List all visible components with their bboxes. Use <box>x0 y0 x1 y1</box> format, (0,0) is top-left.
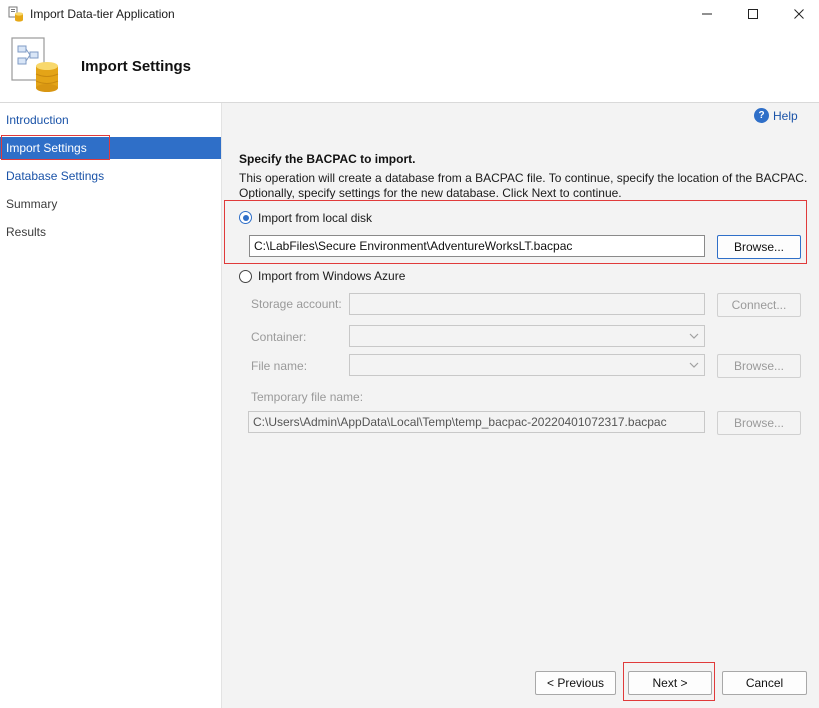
temporary-file-name-label: Temporary file name: <box>251 390 364 404</box>
storage-account-input[interactable] <box>349 293 705 315</box>
connect-button[interactable]: Connect... <box>717 293 801 317</box>
browse-filename-button[interactable]: Browse... <box>717 354 801 378</box>
help-label: Help <box>773 108 798 123</box>
highlight-box-next <box>623 662 715 701</box>
section-title: Specify the BACPAC to import. <box>239 152 416 166</box>
highlight-box-sidebar <box>1 135 110 160</box>
browse-temp-button[interactable]: Browse... <box>717 411 801 435</box>
radio-import-local-disk[interactable] <box>239 211 252 224</box>
page-title: Import Settings <box>81 58 192 75</box>
sidebar-item-database-settings[interactable]: Database Settings <box>0 165 221 187</box>
window-title: Import Data-tier Application <box>30 7 175 21</box>
help-icon: ? <box>754 108 769 123</box>
section-description: This operation will create a database fr… <box>239 171 808 199</box>
sidebar-item-results: Results <box>6 225 47 239</box>
close-button[interactable] <box>776 0 819 28</box>
chevron-down-icon <box>689 362 699 368</box>
container-label: Container: <box>251 330 307 344</box>
radio-label-local-disk: Import from local disk <box>258 211 373 225</box>
cancel-button[interactable]: Cancel <box>722 671 807 695</box>
chevron-down-icon <box>689 333 699 339</box>
bacpac-path-input[interactable]: C:\LabFiles\Secure Environment\Adventure… <box>249 235 705 257</box>
maximize-button[interactable] <box>730 0 776 28</box>
maximize-icon <box>748 9 758 19</box>
minimize-icon <box>702 13 712 15</box>
database-import-icon <box>11 37 59 92</box>
temporary-file-name-input[interactable]: C:\Users\Admin\AppData\Local\Temp\temp_b… <box>248 411 705 433</box>
close-icon <box>794 9 804 19</box>
radio-label-windows-azure: Import from Windows Azure <box>258 269 406 283</box>
title-bar: Import Data-tier Application <box>0 0 819 28</box>
storage-account-label: Storage account: <box>251 297 342 311</box>
app-icon <box>8 6 23 22</box>
file-name-select[interactable] <box>349 354 705 376</box>
wizard-header: Import Settings <box>0 28 819 102</box>
browse-local-button[interactable]: Browse... <box>717 235 801 259</box>
file-name-label: File name: <box>251 359 308 373</box>
previous-button[interactable]: < Previous <box>535 671 616 695</box>
help-link[interactable]: ? Help <box>754 108 798 123</box>
sidebar-item-introduction[interactable]: Introduction <box>0 109 221 131</box>
sidebar-item-summary: Summary <box>6 197 58 211</box>
radio-import-windows-azure[interactable] <box>239 270 252 283</box>
container-select[interactable] <box>349 325 705 347</box>
minimize-button[interactable] <box>684 0 730 28</box>
